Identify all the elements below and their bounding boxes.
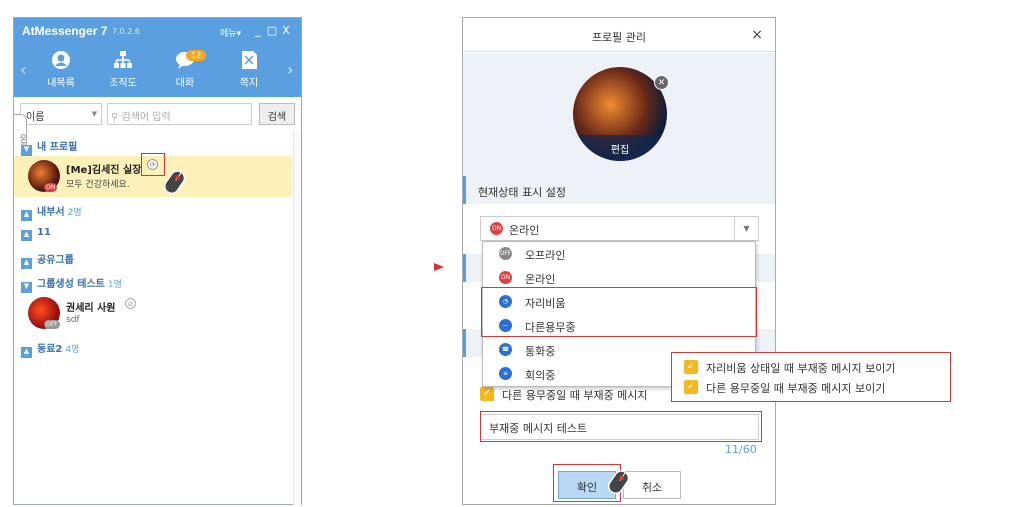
- selected-status: 온라인: [509, 224, 540, 237]
- member-name: 권세리 사원: [66, 303, 116, 314]
- status-on-icon: ON: [490, 222, 503, 235]
- scrollbar[interactable]: [293, 131, 301, 505]
- phone-icon: ☎: [499, 343, 512, 356]
- expand-icon: ▲: [21, 258, 32, 269]
- note-icon: [242, 51, 257, 69]
- my-profile-row[interactable]: ON [Me]김세진 실장 모두 건강하세요. ⟳: [14, 153, 292, 197]
- search-input[interactable]: ⚲ 검색어 입력: [107, 103, 252, 125]
- chevron-down-icon[interactable]: ▼: [734, 217, 758, 240]
- photo-edit-button[interactable]: 편집: [573, 135, 667, 161]
- close-button[interactable]: X: [280, 24, 292, 37]
- nav-label: 조직도: [109, 78, 137, 89]
- group-dept[interactable]: ▲ 내부서 2명: [21, 203, 82, 221]
- char-counter: 11/60: [725, 443, 757, 456]
- checkbox-label: 다른 용무중일 때 부재중 메시지: [502, 389, 648, 402]
- mouse-cursor-icon: [163, 170, 186, 195]
- minimize-button[interactable]: _: [252, 24, 264, 37]
- nav-label: 내목록: [47, 78, 75, 89]
- search-icon: ⚲: [111, 112, 119, 123]
- nav-next-icon[interactable]: ›: [287, 60, 293, 79]
- status-off-icon: OFF: [499, 247, 512, 260]
- nav-label: 대화: [175, 78, 195, 89]
- group-11[interactable]: ▲ 11: [21, 227, 54, 241]
- messenger-window: AtMessenger 7 7.0.2.6 메뉴▾ _ □ X ‹ › 내목록 …: [13, 17, 302, 505]
- chevron-down-icon: ▼: [91, 110, 97, 118]
- arrow-icon: [322, 263, 444, 271]
- profile-photo[interactable]: 편집: [573, 67, 667, 161]
- close-icon[interactable]: ×: [751, 27, 763, 43]
- dialog-title: 프로필 관리: [463, 18, 775, 52]
- app-title: AtMessenger 7: [22, 24, 108, 38]
- my-name: [Me]김세진 실장: [66, 165, 142, 176]
- group-test[interactable]: ▼ 그룹생성 테스트 1명: [21, 275, 122, 293]
- option-offline[interactable]: OFF 오프라인: [483, 242, 755, 266]
- nav-prev-icon[interactable]: ‹: [20, 60, 26, 79]
- checkbox-row[interactable]: ✓ 다른 용무중일 때 부재중 메시지: [480, 385, 680, 403]
- group-shared[interactable]: ▲ 공유그룹: [21, 251, 77, 269]
- search-type-select[interactable]: 이름 ▼: [20, 103, 102, 125]
- block-icon: ⊘: [125, 298, 136, 309]
- nav-note[interactable]: 쪽지: [224, 50, 274, 89]
- menu-button[interactable]: 메뉴▾: [220, 26, 241, 39]
- photo-area: 편집 ✕: [463, 53, 775, 176]
- section-status: 현재상태 표시 설정: [463, 176, 775, 204]
- status-tag-off: OFF: [44, 320, 60, 329]
- away-message-options: ✓ 자리비움 상태일 때 부재중 메시지 보이기 ✓ 다른 용무중일 때 부재중 메…: [671, 352, 951, 402]
- expand-icon: ▲: [21, 210, 32, 221]
- checkbox-checked-icon[interactable]: ✓: [684, 360, 698, 374]
- maximize-button[interactable]: □: [266, 24, 278, 37]
- list-icon: ≡: [499, 367, 512, 380]
- checkbox-checked-icon[interactable]: ✓: [684, 380, 698, 394]
- status-select[interactable]: ON 온라인 ▼: [480, 216, 759, 241]
- nav-label: 쪽지: [239, 78, 259, 89]
- messenger-header: AtMessenger 7 7.0.2.6 메뉴▾ _ □ X ‹ › 내목록 …: [14, 18, 301, 97]
- search-button[interactable]: 검색: [259, 103, 295, 125]
- expand-icon: ▲: [21, 230, 32, 241]
- my-status-message: 모두 건강하세요.: [66, 180, 130, 190]
- edit-profile-icon[interactable]: ⟳: [147, 159, 158, 170]
- callout-box: [481, 287, 757, 337]
- nav-my-list[interactable]: 내목록: [36, 50, 86, 89]
- nav-org-chart[interactable]: 조직도: [98, 50, 148, 89]
- group-colleagues[interactable]: ▲ 동료2 4명: [21, 340, 79, 358]
- status-tag-on: ON: [44, 183, 58, 192]
- nav-chat[interactable]: 12 대화: [160, 50, 210, 89]
- collapse-icon: ▼: [21, 282, 32, 293]
- search-row: 이름 ▼ ⚲ 검색어 입력 검색: [20, 103, 296, 125]
- mouse-cursor-icon: [607, 470, 630, 495]
- member-status-message: sdf: [66, 315, 80, 325]
- remove-photo-icon[interactable]: ✕: [654, 75, 669, 90]
- checkbox-checked-icon[interactable]: ✓: [480, 387, 494, 401]
- status-on-icon: ON: [499, 271, 512, 284]
- cancel-button[interactable]: 취소: [623, 471, 681, 499]
- callout-box: [480, 411, 762, 442]
- org-chart-icon: [114, 51, 132, 68]
- app-version: 7.0.2.6: [112, 27, 140, 36]
- chat-badge: 12: [186, 50, 207, 61]
- section-my-profile[interactable]: ▼ 내 프로필: [21, 138, 77, 156]
- expand-icon: ▲: [21, 347, 32, 358]
- collapse-icon: ▼: [21, 145, 32, 156]
- person-icon: [52, 51, 70, 69]
- profile-dialog: 프로필 관리 × 편집 ✕ 현재상태 표시 설정 ON 온라인 ▼ ✓ 다른 용…: [462, 17, 776, 505]
- list-item[interactable]: OFF 권세리 사원 ⊘ sdf: [14, 293, 292, 333]
